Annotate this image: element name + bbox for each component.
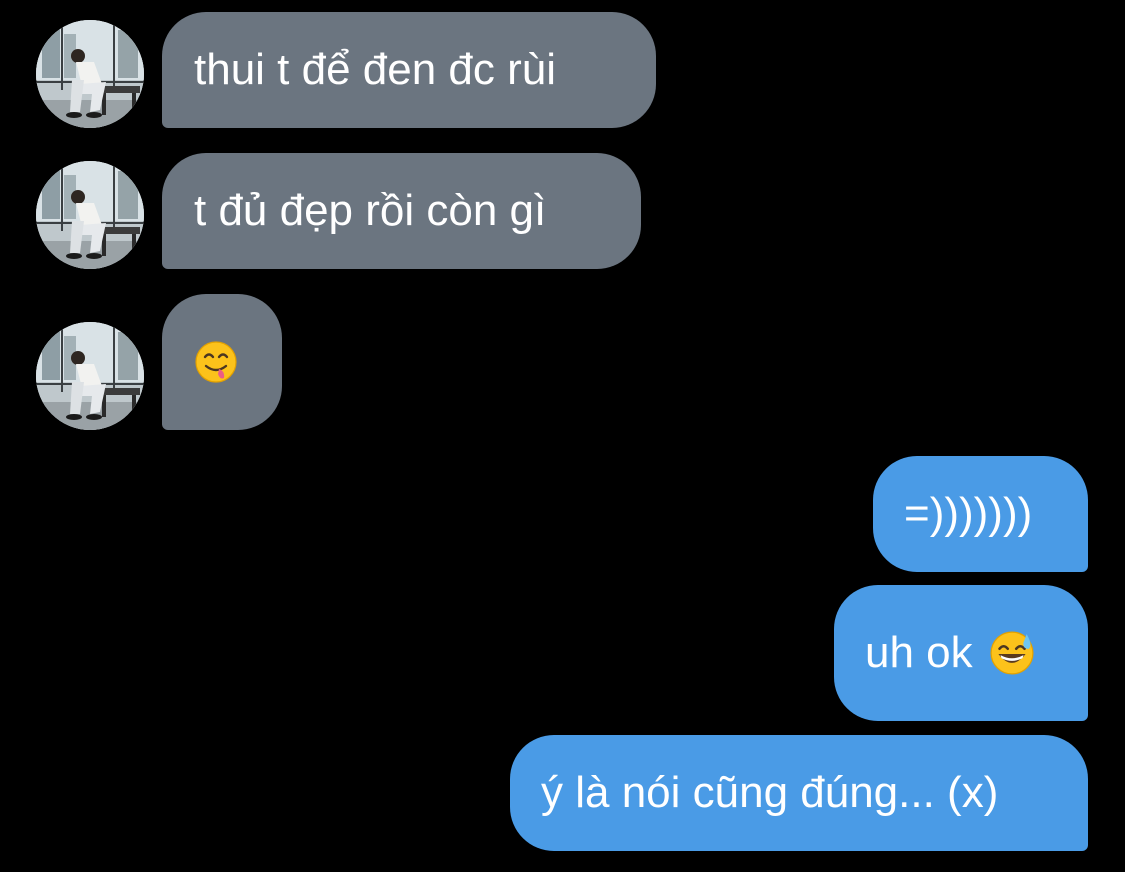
outgoing-message-bubble[interactable]: uh ok: [834, 585, 1088, 721]
message-text: t đủ đẹp rồi còn gì: [194, 186, 547, 235]
grinning-face-with-sweat-emoji-icon: [989, 630, 1035, 676]
outgoing-message-bubble[interactable]: =))))))): [873, 456, 1088, 572]
person-sitting-avatar-image: [36, 322, 144, 430]
person-sitting-avatar-image: [36, 161, 144, 269]
message-text: thui t để đen đc rùi: [194, 45, 557, 94]
message-text: =))))))): [904, 489, 1033, 538]
message-text: uh ok: [865, 628, 973, 677]
incoming-message-bubble[interactable]: thui t để đen đc rùi: [162, 12, 656, 128]
sender-avatar[interactable]: [36, 20, 144, 128]
incoming-emoji-bubble[interactable]: [162, 294, 282, 430]
outgoing-message-bubble[interactable]: ý là nói cũng đúng... (x): [510, 735, 1088, 851]
face-savoring-food-emoji-icon: [194, 340, 238, 384]
person-sitting-avatar-image: [36, 20, 144, 128]
message-text: ý là nói cũng đúng... (x): [541, 768, 999, 817]
incoming-message-bubble[interactable]: t đủ đẹp rồi còn gì: [162, 153, 641, 269]
sender-avatar[interactable]: [36, 322, 144, 430]
sender-avatar[interactable]: [36, 161, 144, 269]
